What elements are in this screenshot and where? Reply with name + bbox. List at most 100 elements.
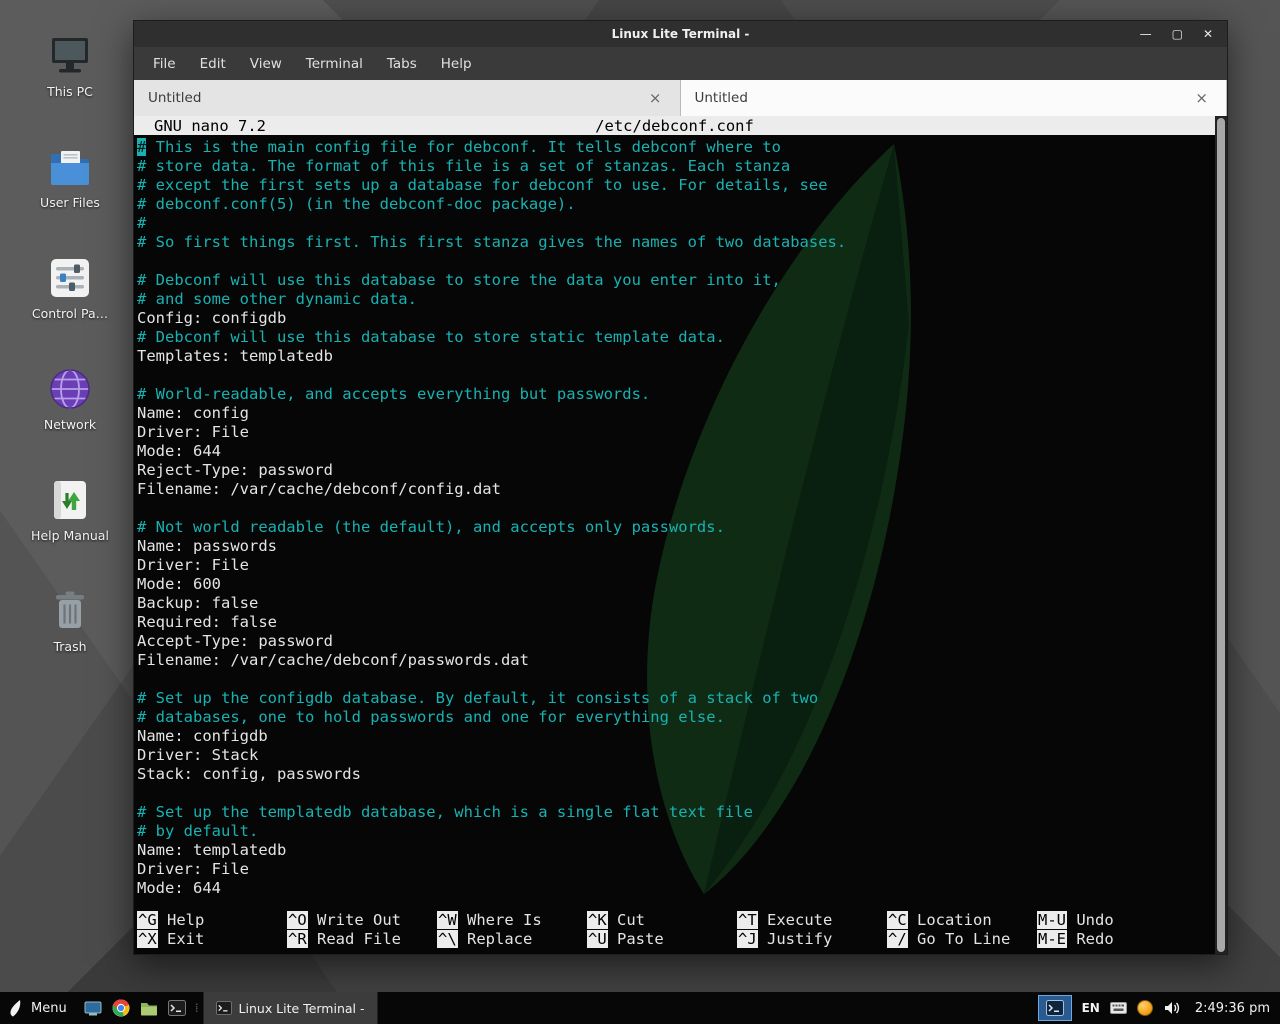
terminal-line: Filename: /var/cache/debconf/passwords.d…: [137, 651, 1227, 670]
system-tray: EN 2:49:36 pm: [1038, 995, 1280, 1021]
terminal-window: Linux Lite Terminal - — ▢ ✕ FileEditView…: [133, 20, 1228, 955]
shortcut-key: ^/: [887, 930, 908, 948]
folder-icon: [46, 145, 94, 189]
chrome-icon[interactable]: [107, 992, 135, 1024]
desktop-icon-computer[interactable]: This PC: [22, 34, 118, 99]
start-menu-button[interactable]: Menu: [0, 992, 79, 1024]
shortcut-key: ^J: [737, 930, 758, 948]
nano-shortcut-row-2: ^X Exit^R Read File^\ Replace^U Paste^J …: [137, 930, 1213, 949]
desktop-icon-label: Help Manual: [31, 528, 109, 543]
terminal-line: Stack: config, passwords: [137, 765, 1227, 784]
shortcut-key: ^T: [737, 911, 758, 929]
shortcut-label: Help: [158, 911, 205, 929]
terminal-launcher-icon[interactable]: [163, 992, 191, 1024]
terminal-line: Accept-Type: password: [137, 632, 1227, 651]
desktop-icon-folder[interactable]: User Files: [22, 145, 118, 210]
tab-close-icon[interactable]: ×: [1191, 89, 1212, 107]
shortcut-key: ^X: [137, 930, 158, 948]
scrollbar-thumb[interactable]: [1217, 118, 1225, 952]
terminal-scrollbar[interactable]: [1215, 116, 1227, 954]
terminal-line: # Debconf will use this database to stor…: [137, 328, 1227, 347]
menu-terminal[interactable]: Terminal: [295, 52, 374, 76]
shortcut-label: Replace: [458, 930, 533, 948]
help-icon: [46, 478, 94, 522]
terminal-line: # Set up the configdb database. By defau…: [137, 689, 1227, 708]
menu-help[interactable]: Help: [430, 52, 483, 76]
terminal-line: Reject-Type: password: [137, 461, 1227, 480]
nano-shortcut: ^X Exit: [137, 930, 287, 949]
shortcut-key: ^\: [437, 930, 458, 948]
close-icon[interactable]: ✕: [1203, 21, 1213, 47]
minimize-icon[interactable]: —: [1140, 21, 1152, 47]
shortcut-label: Write Out: [308, 911, 401, 929]
terminal-content[interactable]: GNU nano 7.2 /etc/debconf.conf # This is…: [134, 116, 1227, 954]
nano-shortcut: ^U Paste: [587, 930, 737, 949]
terminal-line: # World-readable, and accepts everything…: [137, 385, 1227, 404]
taskbar-task-terminal[interactable]: Linux Lite Terminal -: [203, 992, 378, 1024]
terminal-line: [137, 499, 1227, 518]
shortcut-label: Where Is: [458, 911, 542, 929]
terminal-line: # This is the main config file for debco…: [137, 138, 1227, 157]
terminal-line: [137, 252, 1227, 271]
file-manager-icon[interactable]: [135, 992, 163, 1024]
terminal-line: Name: configdb: [137, 727, 1227, 746]
shortcut-key: ^W: [437, 911, 458, 929]
show-desktop-icon[interactable]: [79, 992, 107, 1024]
terminal-line: Filename: /var/cache/debconf/config.dat: [137, 480, 1227, 499]
desktop-icon-label: Control Pa…: [32, 306, 108, 321]
nano-shortcut: ^K Cut: [587, 911, 737, 930]
terminal-tab-2[interactable]: Untitled×: [681, 80, 1228, 116]
nano-shortcut: ^R Read File: [287, 930, 437, 949]
maximize-icon[interactable]: ▢: [1172, 21, 1183, 47]
volume-icon[interactable]: [1163, 1000, 1181, 1016]
shortcut-key: ^R: [287, 930, 308, 948]
shortcut-key: ^G: [137, 911, 158, 929]
terminal-line: Required: false: [137, 613, 1227, 632]
terminal-line: # Set up the templatedb database, which …: [137, 803, 1227, 822]
menu-label: Menu: [31, 1001, 67, 1016]
shortcut-label: Cut: [608, 911, 645, 929]
window-controls: — ▢ ✕: [1140, 21, 1227, 47]
nano-shortcut: ^W Where Is: [437, 911, 587, 930]
menu-file[interactable]: File: [142, 52, 187, 76]
updates-notifier-icon[interactable]: [1137, 1000, 1153, 1016]
window-title: Linux Lite Terminal -: [134, 27, 1227, 41]
desktop-icon-label: Network: [44, 417, 96, 432]
tab-close-icon[interactable]: ×: [645, 89, 666, 107]
terminal-line: # store data. The format of this file is…: [137, 157, 1227, 176]
terminal-line: Driver: Stack: [137, 746, 1227, 765]
desktop-icon-control[interactable]: Control Pa…: [22, 256, 118, 321]
terminal-line: Name: passwords: [137, 537, 1227, 556]
shortcut-label: Undo: [1067, 911, 1114, 929]
keyboard-layout-indicator[interactable]: EN: [1082, 1001, 1100, 1015]
nano-buffer[interactable]: # This is the main config file for debco…: [134, 138, 1227, 898]
nano-shortcut: ^T Execute: [737, 911, 887, 930]
shortcut-key: ^O: [287, 911, 308, 929]
desktop-icon-help[interactable]: Help Manual: [22, 478, 118, 543]
menu-edit[interactable]: Edit: [189, 52, 237, 76]
nano-shortcut: M-U Undo: [1037, 911, 1213, 930]
shortcut-label: Go To Line: [908, 930, 1011, 948]
desktop-icon-network[interactable]: Network: [22, 367, 118, 432]
linux-lite-logo-icon: [8, 999, 24, 1017]
window-titlebar[interactable]: Linux Lite Terminal - — ▢ ✕: [134, 21, 1227, 47]
terminal-line: [137, 366, 1227, 385]
menu-tabs[interactable]: Tabs: [376, 52, 428, 76]
terminal-line: Mode: 644: [137, 879, 1227, 898]
terminal-line: Mode: 600: [137, 575, 1227, 594]
terminal-line: # by default.: [137, 822, 1227, 841]
tray-terminal-indicator[interactable]: [1038, 995, 1072, 1021]
terminal-tab-1[interactable]: Untitled×: [134, 80, 681, 116]
terminal-line: Driver: File: [137, 556, 1227, 575]
network-icon: [46, 367, 94, 411]
shortcut-label: Location: [908, 911, 992, 929]
terminal-line: Mode: 644: [137, 442, 1227, 461]
nano-filename: /etc/debconf.conf: [134, 117, 1215, 135]
shortcut-label: Read File: [308, 930, 401, 948]
keyboard-icon[interactable]: [1110, 1002, 1127, 1014]
nano-shortcut: ^J Justify: [737, 930, 887, 949]
menu-view[interactable]: View: [239, 52, 293, 76]
terminal-line: Name: templatedb: [137, 841, 1227, 860]
terminal-line: Driver: File: [137, 423, 1227, 442]
desktop-icon-trash[interactable]: Trash: [22, 589, 118, 654]
